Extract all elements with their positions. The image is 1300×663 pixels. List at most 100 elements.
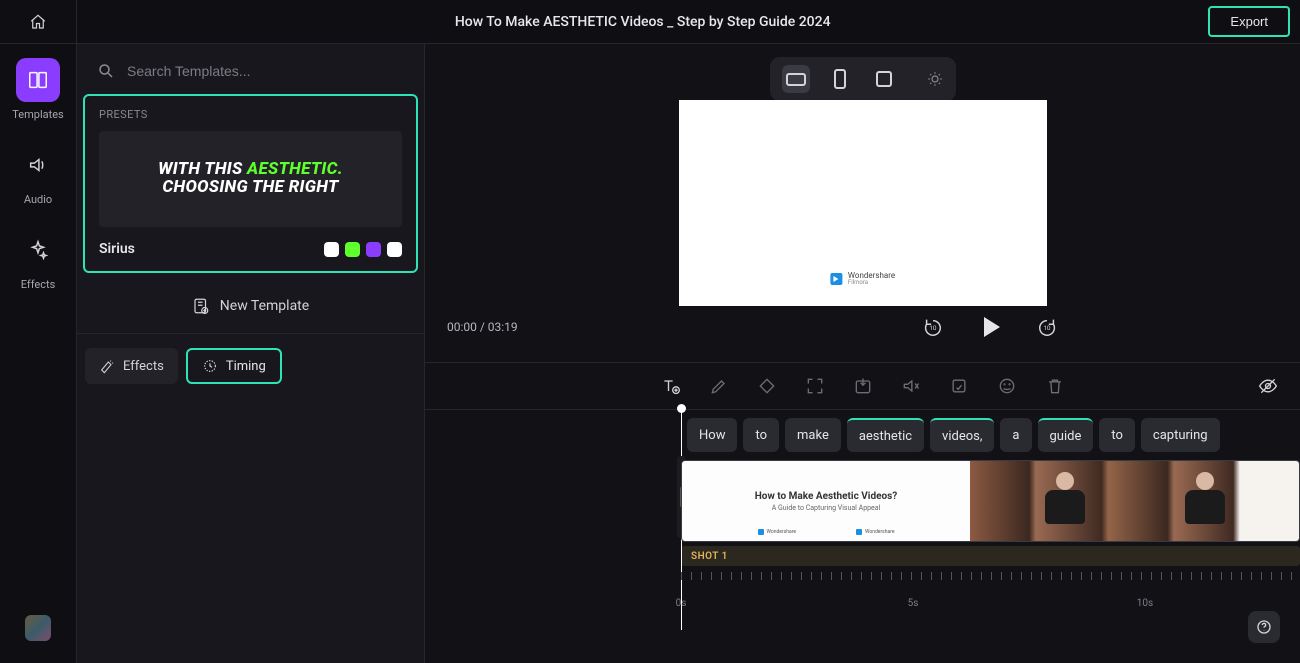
portrait-icon (834, 69, 846, 89)
timing-tab-icon (202, 358, 218, 374)
rail-item-audio[interactable]: Audio (16, 143, 60, 206)
video-clip-track[interactable]: How to Make Aesthetic Videos? A Guide to… (681, 460, 1300, 542)
tab-effects[interactable]: Effects (85, 348, 178, 384)
rail-label-templates: Templates (12, 108, 63, 121)
panel-tabs: Effects Timing (77, 334, 424, 398)
diamond-icon[interactable] (757, 376, 777, 396)
clip-thumbnail-frame (1035, 466, 1095, 536)
time-tick: 10s (1137, 598, 1153, 609)
search-input[interactable] (127, 63, 404, 79)
user-avatar[interactable] (25, 615, 51, 641)
export-button[interactable]: Export (1208, 6, 1290, 37)
swatch-1[interactable] (324, 242, 339, 257)
time-tick: 0s (676, 598, 687, 609)
rewind-10-icon[interactable]: 10 (922, 316, 944, 338)
tab-effects-label: Effects (123, 359, 164, 374)
timeline: Howtomakeaestheticvideos,aguidetocapturi… (425, 410, 1300, 663)
swatch-4[interactable] (387, 242, 402, 257)
aspect-square[interactable] (870, 65, 898, 93)
preset-name: Sirius (99, 241, 135, 257)
player-controls-row: 00:00 / 03:19 10 10 (425, 306, 1300, 344)
sparkle-icon (27, 239, 49, 261)
caption-words-track: Howtomakeaestheticvideos,aguidetocapturi… (687, 418, 1300, 452)
square-icon (876, 71, 892, 87)
timeline-toolbar (425, 362, 1300, 410)
new-template-button[interactable]: New Template (77, 273, 424, 334)
preview-canvas[interactable]: Wondershare Filmora (679, 100, 1047, 306)
landscape-icon (786, 73, 806, 86)
workspace: Templates Audio Effects PRESETS WITH THI (0, 44, 1300, 663)
import-icon[interactable] (853, 376, 873, 396)
expand-icon[interactable] (805, 376, 825, 396)
clip1-subtitle: A Guide to Capturing Visual Appeal (772, 504, 881, 512)
volume-icon[interactable] (901, 376, 921, 396)
caption-word[interactable]: guide (1038, 418, 1094, 452)
caption-word[interactable]: a (1000, 418, 1031, 452)
swatch-3[interactable] (366, 242, 381, 257)
left-rail: Templates Audio Effects (0, 44, 77, 663)
aspect-ratio-row (425, 44, 1300, 100)
home-button[interactable] (0, 0, 77, 44)
watermark-product: Filmora (848, 280, 895, 286)
aspect-ratio-group (770, 57, 956, 101)
clip-thumbnail-frame (1175, 466, 1235, 536)
new-template-label: New Template (220, 298, 309, 314)
effects-tab-icon (99, 358, 115, 374)
caption-word[interactable]: videos, (930, 418, 994, 452)
delete-icon[interactable] (1045, 376, 1065, 396)
preset-swatches (324, 242, 402, 257)
clip-segment-2[interactable] (970, 461, 1299, 541)
watermark: Wondershare Filmora (830, 272, 895, 286)
new-template-icon (192, 297, 210, 315)
help-icon (1256, 619, 1272, 635)
watermark-icon (830, 273, 842, 285)
brightness-icon[interactable] (926, 70, 944, 88)
presets-header: PRESETS (99, 108, 402, 121)
tab-timing-label: Timing (226, 359, 266, 374)
timecode: 00:00 / 03:19 (447, 320, 547, 334)
caption-word[interactable]: to (1099, 418, 1135, 452)
timeline-ruler[interactable] (681, 568, 1300, 584)
templates-icon (27, 69, 49, 91)
search-row (77, 44, 424, 90)
home-icon (29, 13, 47, 31)
top-bar: How To Make AESTHETIC Videos _ Step by S… (0, 0, 1300, 44)
svg-text:10: 10 (929, 324, 937, 332)
tab-timing[interactable]: Timing (186, 348, 282, 384)
rail-item-effects[interactable]: Effects (16, 228, 60, 291)
add-text-icon[interactable] (661, 376, 681, 396)
crop-icon[interactable] (949, 376, 969, 396)
shot-label-text: SHOT 1 (691, 551, 728, 562)
play-button[interactable] (984, 317, 1000, 337)
time-axis: 0s5s10s (681, 598, 1300, 612)
rail-item-templates[interactable]: Templates (12, 58, 63, 121)
hide-icon[interactable] (1258, 376, 1278, 396)
caption-word[interactable]: capturing (1141, 418, 1220, 452)
search-icon (97, 62, 115, 80)
rail-label-audio: Audio (24, 193, 52, 206)
forward-10-icon[interactable]: 10 (1036, 316, 1058, 338)
preview-area: Wondershare Filmora 00:00 / 03:19 10 10 (425, 44, 1300, 362)
audio-icon (27, 154, 49, 176)
edit-icon[interactable] (709, 376, 729, 396)
svg-text:10: 10 (1043, 324, 1051, 332)
caption-word[interactable]: How (687, 418, 737, 452)
caption-word[interactable]: aesthetic (847, 418, 924, 452)
swatch-2[interactable] (345, 242, 360, 257)
main-area: Wondershare Filmora 00:00 / 03:19 10 10 (425, 44, 1300, 663)
preset-thumbnail: WITH THIS AESTHETIC. CHOOSING THE RIGHT (99, 131, 402, 227)
rail-label-effects: Effects (21, 278, 56, 291)
preset-card[interactable]: PRESETS WITH THIS AESTHETIC. CHOOSING TH… (83, 94, 418, 273)
caption-word[interactable]: to (743, 418, 779, 452)
aspect-portrait[interactable] (826, 65, 854, 93)
caption-word[interactable]: make (785, 418, 841, 452)
help-button[interactable] (1248, 611, 1280, 643)
clip1-title: How to Make Aesthetic Videos? (755, 491, 898, 502)
time-tick: 5s (908, 598, 919, 609)
aspect-landscape[interactable] (782, 65, 810, 93)
clip-segment-1[interactable]: How to Make Aesthetic Videos? A Guide to… (682, 461, 970, 541)
emoji-icon[interactable] (997, 376, 1017, 396)
shot-label[interactable]: SHOT 1 (681, 546, 1300, 566)
preset-text-line2: CHOOSING THE RIGHT (162, 179, 338, 197)
side-panel: PRESETS WITH THIS AESTHETIC. CHOOSING TH… (77, 44, 425, 663)
